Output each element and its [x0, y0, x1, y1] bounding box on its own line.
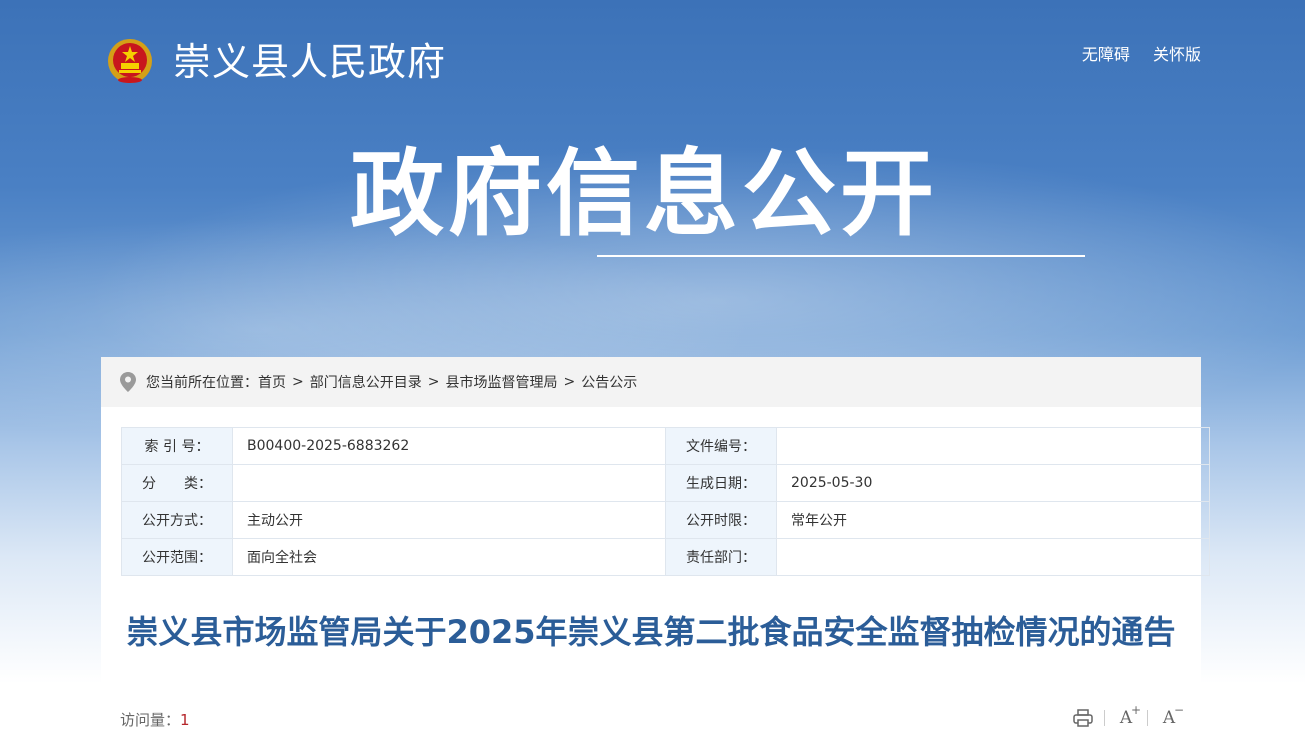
site-title[interactable]: 崇义县人民政府 — [173, 38, 446, 86]
breadcrumb-home[interactable]: 首页 — [258, 372, 286, 392]
toolbar-divider — [1104, 710, 1105, 726]
print-icon — [1073, 709, 1093, 727]
index-number-value: B00400-2025-6883262 — [232, 427, 666, 465]
breadcrumb-separator: > — [563, 374, 576, 390]
disclosure-period-value: 常年公开 — [776, 501, 1210, 539]
top-links: 无障碍 关怀版 — [1064, 41, 1201, 65]
disclosure-scope-value: 面向全社会 — [232, 538, 666, 576]
font-decrease-button[interactable]: A − — [1156, 703, 1184, 731]
content-panel: 您当前所在位置： 首页 > 部门信息公开目录 > 县市场监督管理局 > 公告公示… — [101, 357, 1210, 743]
tool-buttons: A + A − — [1070, 703, 1184, 731]
responsible-dept-label: 责任部门： — [665, 538, 777, 576]
font-increase-icon: A + — [1119, 703, 1141, 728]
document-title: 崇义县市场监管局关于2025年崇义县第二批食品安全监督抽检情况的通告 — [126, 613, 1176, 651]
disclosure-method-label: 公开方式： — [121, 501, 233, 539]
table-row: 公开范围： 面向全社会 责任部门： — [121, 538, 1210, 576]
category-value — [232, 464, 666, 502]
breadcrumb-directory[interactable]: 部门信息公开目录 — [310, 372, 422, 392]
responsible-dept-value — [776, 538, 1210, 576]
table-row: 分 类： 生成日期： 2025-05-30 — [121, 464, 1210, 502]
table-row: 索 引 号： B00400-2025-6883262 文件编号： — [121, 427, 1210, 465]
breadcrumb-separator: > — [427, 374, 440, 390]
index-number-label: 索 引 号： — [121, 427, 233, 465]
breadcrumb-separator: > — [292, 374, 304, 390]
visit-count-label: 访问量： — [120, 711, 181, 729]
file-number-label: 文件编号： — [665, 427, 777, 465]
disclosure-method-value: 主动公开 — [232, 501, 666, 539]
created-date-label: 生成日期： — [665, 464, 777, 502]
created-date-value: 2025-05-30 — [776, 464, 1210, 502]
banner-title: 政府信息公开 — [350, 140, 939, 249]
accessibility-link[interactable]: 无障碍 — [1082, 45, 1130, 64]
metadata-table: 索 引 号： B00400-2025-6883262 文件编号： 分 类： 生成… — [121, 427, 1210, 576]
emblem-icon — [108, 39, 152, 83]
location-pin-icon — [120, 372, 136, 392]
breadcrumb-prefix: 您当前所在位置： — [146, 375, 258, 391]
category-label: 分 类： — [121, 464, 233, 502]
font-increase-button[interactable]: A + — [1113, 703, 1141, 731]
banner-underline — [597, 255, 1085, 257]
breadcrumb-department[interactable]: 县市场监督管理局 — [445, 372, 557, 392]
print-button[interactable] — [1070, 705, 1096, 731]
visit-count: 访问量：1 — [120, 711, 190, 729]
visit-count-value: 1 — [180, 711, 190, 729]
document-toolbar: 访问量：1 A + A − — [120, 703, 1184, 730]
breadcrumb: 您当前所在位置： 首页 > 部门信息公开目录 > 县市场监督管理局 > 公告公示 — [101, 357, 1201, 407]
toolbar-divider — [1147, 710, 1148, 726]
table-row: 公开方式： 主动公开 公开时限： 常年公开 — [121, 501, 1210, 539]
font-decrease-icon: A − — [1162, 703, 1184, 728]
elder-mode-link[interactable]: 关怀版 — [1153, 45, 1201, 64]
file-number-value — [776, 427, 1210, 465]
breadcrumb-current[interactable]: 公告公示 — [581, 372, 637, 392]
disclosure-period-label: 公开时限： — [665, 501, 777, 539]
disclosure-scope-label: 公开范围： — [121, 538, 233, 576]
